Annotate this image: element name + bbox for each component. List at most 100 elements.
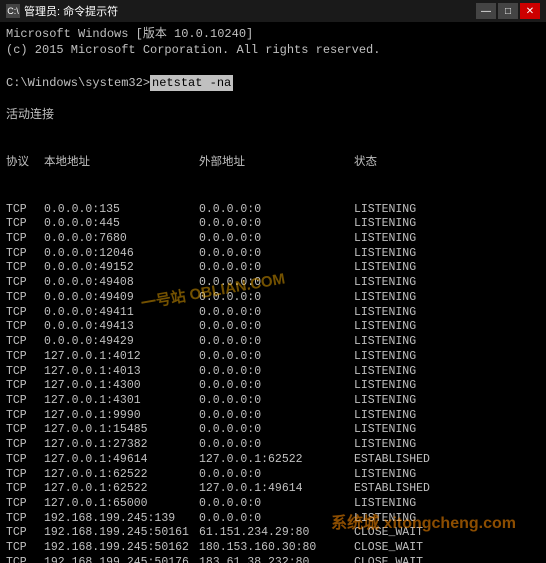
- cell-state: LISTENING: [354, 409, 540, 424]
- col-foreign: 外部地址: [199, 156, 354, 171]
- cell-proto: TCP: [6, 261, 44, 276]
- cell-foreign: 0.0.0.0:0: [199, 423, 354, 438]
- cell-local: 127.0.0.1:9990: [44, 409, 199, 424]
- prompt-line: C:\Windows\system32>netstat -na: [6, 75, 540, 91]
- cell-proto: TCP: [6, 409, 44, 424]
- cell-foreign: 0.0.0.0:0: [199, 291, 354, 306]
- table-row: TCP192.168.199.245:50162180.153.160.30:8…: [6, 541, 540, 556]
- cell-foreign: 0.0.0.0:0: [199, 350, 354, 365]
- cell-proto: TCP: [6, 512, 44, 527]
- cell-proto: TCP: [6, 556, 44, 563]
- cell-local: 0.0.0.0:49429: [44, 335, 199, 350]
- cell-proto: TCP: [6, 247, 44, 262]
- table-row: TCP0.0.0.0:491520.0.0.0:0LISTENING: [6, 261, 540, 276]
- cell-local: 0.0.0.0:12046: [44, 247, 199, 262]
- cell-proto: TCP: [6, 232, 44, 247]
- cell-local: 127.0.0.1:49614: [44, 453, 199, 468]
- cell-foreign: 183.61.38.232:80: [199, 556, 354, 563]
- cell-state: LISTENING: [354, 232, 540, 247]
- cell-foreign: 0.0.0.0:0: [199, 247, 354, 262]
- table-row: TCP192.168.199.245:50176183.61.38.232:80…: [6, 556, 540, 563]
- col-proto: 协议: [6, 156, 44, 171]
- cell-state: LISTENING: [354, 306, 540, 321]
- prompt-text: C:\Windows\system32>: [6, 75, 150, 91]
- cell-foreign: 0.0.0.0:0: [199, 394, 354, 409]
- cell-state: LISTENING: [354, 203, 540, 218]
- cell-foreign: 127.0.0.1:49614: [199, 482, 354, 497]
- cell-state: LISTENING: [354, 276, 540, 291]
- header-line3: [6, 58, 540, 74]
- cell-local: 0.0.0.0:49409: [44, 291, 199, 306]
- window-title: 管理员: 命令提示符: [24, 3, 118, 19]
- cell-local: 127.0.0.1:15485: [44, 423, 199, 438]
- netstat-table: TCP0.0.0.0:1350.0.0.0:0LISTENINGTCP0.0.0…: [6, 203, 540, 563]
- cell-local: 192.168.199.245:50176: [44, 556, 199, 563]
- cell-local: 192.168.199.245:139: [44, 512, 199, 527]
- col-state: 状态: [354, 156, 540, 171]
- col-local: 本地地址: [44, 156, 199, 171]
- cell-foreign: 0.0.0.0:0: [199, 497, 354, 512]
- cell-state: LISTENING: [354, 217, 540, 232]
- cell-state: LISTENING: [354, 379, 540, 394]
- cell-proto: TCP: [6, 291, 44, 306]
- cell-local: 0.0.0.0:49152: [44, 261, 199, 276]
- terminal-icon: C:\: [6, 4, 20, 18]
- table-row: TCP0.0.0.0:494110.0.0.0:0LISTENING: [6, 306, 540, 321]
- column-headers: 协议 本地地址 外部地址 状态: [6, 123, 540, 202]
- cell-foreign: 0.0.0.0:0: [199, 335, 354, 350]
- table-row: TCP0.0.0.0:494290.0.0.0:0LISTENING: [6, 335, 540, 350]
- cell-state: CLOSE_WAIT: [354, 541, 540, 556]
- cell-foreign: 0.0.0.0:0: [199, 438, 354, 453]
- cell-proto: TCP: [6, 276, 44, 291]
- maximize-button[interactable]: □: [498, 3, 518, 19]
- table-row: TCP127.0.0.1:43000.0.0.0:0LISTENING: [6, 379, 540, 394]
- table-row: TCP127.0.0.1:49614127.0.0.1:62522ESTABLI…: [6, 453, 540, 468]
- cmd-area: Microsoft Windows [版本 10.0.10240] (c) 20…: [0, 22, 546, 563]
- table-row: TCP127.0.0.1:99900.0.0.0:0LISTENING: [6, 409, 540, 424]
- cell-state: LISTENING: [354, 291, 540, 306]
- cell-state: LISTENING: [354, 468, 540, 483]
- cell-foreign: 127.0.0.1:62522: [199, 453, 354, 468]
- table-row: TCP0.0.0.0:1350.0.0.0:0LISTENING: [6, 203, 540, 218]
- table-row: TCP0.0.0.0:494130.0.0.0:0LISTENING: [6, 320, 540, 335]
- cell-foreign: 0.0.0.0:0: [199, 276, 354, 291]
- table-row: TCP127.0.0.1:40120.0.0.0:0LISTENING: [6, 350, 540, 365]
- table-row: TCP0.0.0.0:4450.0.0.0:0LISTENING: [6, 217, 540, 232]
- cell-local: 0.0.0.0:49413: [44, 320, 199, 335]
- cell-local: 127.0.0.1:4013: [44, 365, 199, 380]
- cell-local: 0.0.0.0:7680: [44, 232, 199, 247]
- cell-state: ESTABLISHED: [354, 482, 540, 497]
- table-row: TCP127.0.0.1:625220.0.0.0:0LISTENING: [6, 468, 540, 483]
- table-row: TCP192.168.199.245:1390.0.0.0:0LISTENING: [6, 512, 540, 527]
- cell-local: 127.0.0.1:62522: [44, 468, 199, 483]
- cell-local: 192.168.199.245:50161: [44, 526, 199, 541]
- cell-local: 0.0.0.0:445: [44, 217, 199, 232]
- table-row: TCP127.0.0.1:62522127.0.0.1:49614ESTABLI…: [6, 482, 540, 497]
- table-row: TCP192.168.199.245:5016161.151.234.29:80…: [6, 526, 540, 541]
- cell-proto: TCP: [6, 306, 44, 321]
- cell-local: 127.0.0.1:4012: [44, 350, 199, 365]
- cell-foreign: 0.0.0.0:0: [199, 203, 354, 218]
- cell-state: LISTENING: [354, 247, 540, 262]
- cell-proto: TCP: [6, 335, 44, 350]
- cell-proto: TCP: [6, 453, 44, 468]
- cell-foreign: 0.0.0.0:0: [199, 306, 354, 321]
- cell-foreign: 180.153.160.30:80: [199, 541, 354, 556]
- table-row: TCP127.0.0.1:273820.0.0.0:0LISTENING: [6, 438, 540, 453]
- table-row: TCP0.0.0.0:120460.0.0.0:0LISTENING: [6, 247, 540, 262]
- cell-local: 0.0.0.0:49408: [44, 276, 199, 291]
- table-row: TCP127.0.0.1:650000.0.0.0:0LISTENING: [6, 497, 540, 512]
- cell-local: 127.0.0.1:4300: [44, 379, 199, 394]
- command-input[interactable]: netstat -na: [150, 75, 233, 91]
- header-line1: Microsoft Windows [版本 10.0.10240]: [6, 26, 540, 42]
- cell-proto: TCP: [6, 423, 44, 438]
- header-line2: (c) 2015 Microsoft Corporation. All righ…: [6, 42, 540, 58]
- minimize-button[interactable]: —: [476, 3, 496, 19]
- cell-state: LISTENING: [354, 261, 540, 276]
- cell-foreign: 0.0.0.0:0: [199, 379, 354, 394]
- cell-local: 0.0.0.0:49411: [44, 306, 199, 321]
- section-label: 活动连接: [6, 107, 540, 123]
- title-bar: C:\ 管理员: 命令提示符 — □ ✕: [0, 0, 546, 22]
- close-button[interactable]: ✕: [520, 3, 540, 19]
- cell-state: LISTENING: [354, 438, 540, 453]
